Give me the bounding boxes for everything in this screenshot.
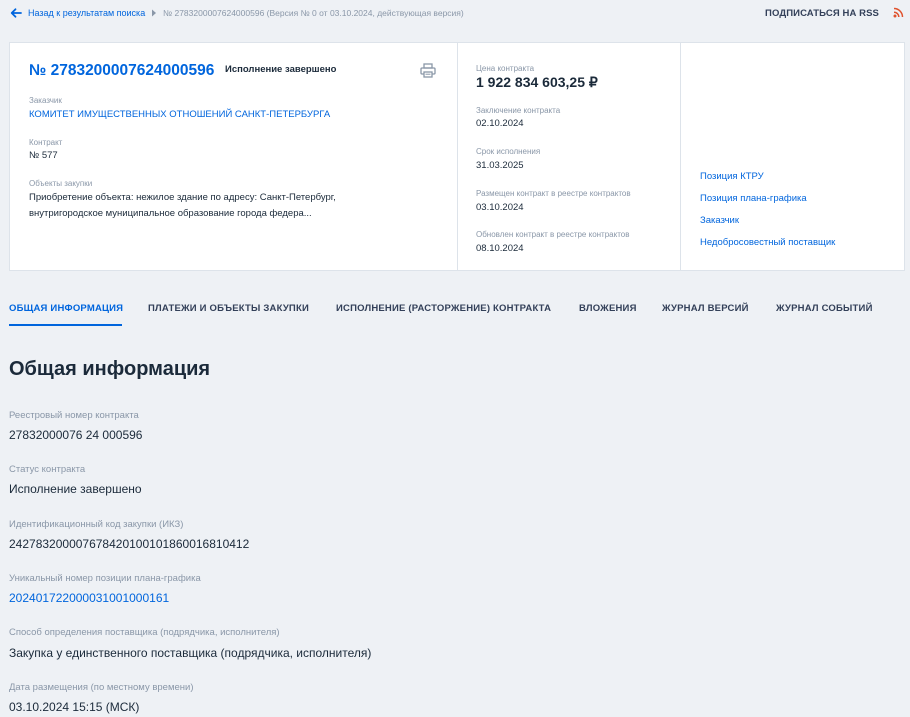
customer-label: Заказчик: [29, 96, 62, 105]
contract-label: Контракт: [29, 138, 63, 147]
related-links-column: Позиция КТРУ Позиция плана-графика Заказ…: [680, 43, 904, 270]
objects-label: Объекты закупки: [29, 179, 93, 188]
contract-main-column: № 2783200007624000596 Исполнение заверше…: [10, 43, 457, 270]
chevron-right-icon: [152, 9, 156, 17]
supplier-method-value: Закупка у единственного поставщика (подр…: [9, 646, 372, 660]
plan-schedule-position-link[interactable]: Позиция плана-графика: [700, 193, 807, 204]
active-tab-indicator: [9, 324, 122, 326]
contract-card: № 2783200007624000596 Исполнение заверше…: [9, 42, 905, 271]
tab-execution[interactable]: ИСПОЛНЕНИЕ (РАСТОРЖЕНИЕ) КОНТРАКТА: [336, 303, 551, 314]
supplier-method-label: Способ определения поставщика (подрядчик…: [9, 627, 280, 638]
price-label: Цена контракта: [476, 64, 535, 73]
reg-number-label: Реестровый номер контракта: [9, 410, 139, 421]
contract-price: 1 922 834 603,25 ₽: [476, 74, 598, 90]
updated-label: Обновлен контракт в реестре контрактов: [476, 230, 630, 239]
status-value: Исполнение завершено: [9, 482, 142, 496]
updated-date: 08.10.2024: [476, 243, 524, 254]
contract-reg-number[interactable]: № 2783200007624000596: [29, 62, 214, 80]
publish-date-label: Дата размещения (по местному времени): [9, 682, 194, 693]
conclusion-date: 02.10.2024: [476, 118, 524, 129]
breadcrumb-current: № 2783200007624000596 (Версия № 0 от 03.…: [163, 8, 464, 18]
tab-version-log[interactable]: ЖУРНАЛ ВЕРСИЙ: [662, 303, 749, 314]
status-label: Статус контракта: [9, 464, 86, 475]
top-bar: Назад к результатам поиска № 27832000076…: [0, 0, 910, 28]
execution-date: 31.03.2025: [476, 160, 524, 171]
arrow-left-icon: [10, 8, 22, 18]
tab-event-log[interactable]: ЖУРНАЛ СОБЫТИЙ: [776, 303, 873, 314]
contract-dates-column: Цена контракта 1 922 834 603,25 ₽ Заключ…: [457, 43, 680, 270]
contract-number: № 577: [29, 150, 58, 161]
tab-general-info[interactable]: ОБЩАЯ ИНФОРМАЦИЯ: [9, 303, 123, 314]
customer-link[interactable]: КОМИТЕТ ИМУЩЕСТВЕННЫХ ОТНОШЕНИЙ САНКТ-ПЕ…: [29, 109, 330, 120]
placed-label: Размещен контракт в реестре контрактов: [476, 189, 631, 198]
back-to-results-link[interactable]: Назад к результатам поиска: [9, 6, 145, 20]
publish-date-value: 03.10.2024 15:15 (МСК): [9, 700, 140, 714]
subscribe-rss-link[interactable]: ПОДПИСАТЬСЯ НА RSS: [765, 8, 879, 19]
status-badge: Исполнение завершено: [225, 64, 337, 75]
ikz-label: Идентификационный код закупки (ИКЗ): [9, 519, 184, 530]
print-icon[interactable]: [420, 63, 436, 78]
tab-payments[interactable]: ПЛАТЕЖИ И ОБЪЕКТЫ ЗАКУПКИ: [148, 303, 309, 314]
tab-attachments[interactable]: ВЛОЖЕНИЯ: [579, 303, 637, 314]
placed-date: 03.10.2024: [476, 202, 524, 213]
plan-position-label: Уникальный номер позиции плана-графика: [9, 573, 201, 584]
customer-side-link[interactable]: Заказчик: [700, 215, 739, 226]
plan-position-link[interactable]: 202401722000031001000161: [9, 591, 169, 605]
rss-icon[interactable]: [893, 7, 904, 18]
unscrupulous-supplier-link[interactable]: Недобросовестный поставщик: [700, 237, 835, 248]
ktru-position-link[interactable]: Позиция КТРУ: [700, 171, 764, 182]
ikz-value: 242783200007678420100101860016810412: [9, 537, 250, 551]
page-title: Общая информация: [9, 358, 211, 380]
objects-text: Приобретение объекта: нежилое здание по …: [29, 192, 336, 219]
reg-number-value: 27832000076 24 000596: [9, 428, 143, 442]
conclusion-label: Заключение контракта: [476, 106, 561, 115]
tab-bar: ОБЩАЯ ИНФОРМАЦИЯ ПЛАТЕЖИ И ОБЪЕКТЫ ЗАКУП…: [0, 294, 910, 326]
execution-label: Срок исполнения: [476, 147, 541, 156]
back-link-label: Назад к результатам поиска: [28, 8, 146, 18]
